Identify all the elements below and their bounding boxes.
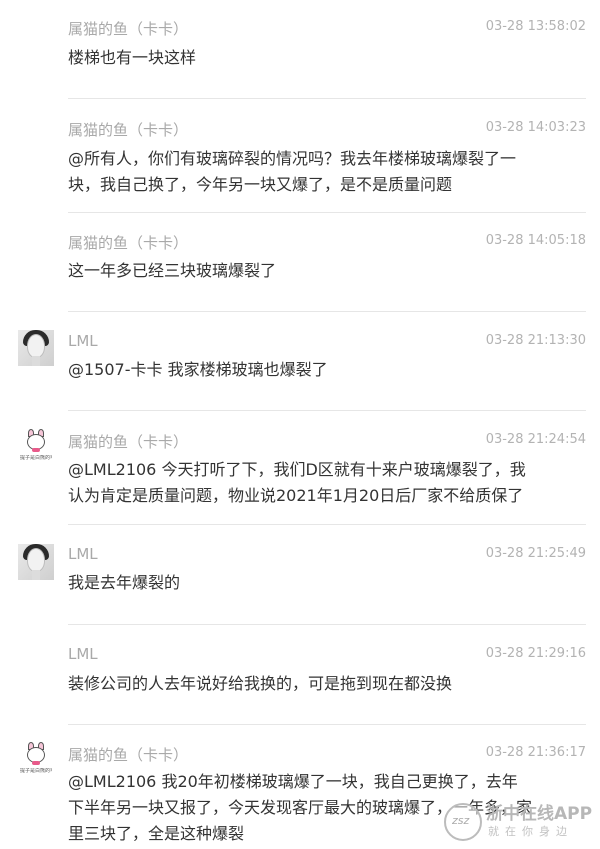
message-text: @1507-卡卡 我家楼梯玻璃也爆裂了 [68,357,568,383]
message-line: 块，我自己换了，今年另一块又爆了，是不是质量问题 [68,175,453,194]
avatar-bow [32,448,40,452]
message-line: @LML2106 我20年初楼梯玻璃爆了一块，我自己更换了，去年 [68,772,518,791]
sender-name[interactable]: 属猫的鱼（卡卡） [68,18,188,39]
sender-name[interactable]: 属猫的鱼（卡卡） [68,232,188,253]
message-text: 我是去年爆裂的 [68,570,568,596]
message-line: 认为肯定是质量问题，物业说2021年1月20日后厂家不给质保了 [68,486,524,505]
message-time: 03-28 13:58:02 [485,19,586,34]
message-line: 这一年多已经三块玻璃爆裂了 [68,261,277,280]
message-time: 03-28 21:25:49 [485,546,586,561]
message-line: @1507-卡卡 我家楼梯玻璃也爆裂了 [68,360,328,379]
avatar[interactable] [18,330,54,366]
sender-name[interactable]: 属猫的鱼（卡卡） [68,744,188,765]
watermark-subtitle: 就在你身边 [488,825,573,838]
message-text: @所有人，你们有玻璃碎裂的情况吗？我去年楼梯玻璃爆裂了一 块，我自己换了，今年另… [68,146,568,198]
divider [68,410,586,411]
divider [68,98,586,99]
sender-name[interactable]: LML [68,645,98,663]
sender-name[interactable]: 属猫的鱼（卡卡） [68,431,188,452]
message-line: 装修公司的人去年说好给我换的，可是拖到现在都没换 [68,674,453,693]
message-line: @所有人，你们有玻璃碎裂的情况吗？我去年楼梯玻璃爆裂了一 [68,149,517,168]
message-line: 我是去年爆裂的 [68,573,181,592]
divider [68,624,586,625]
divider [68,724,586,725]
sender-name[interactable]: LML [68,332,98,350]
avatar-bow [32,761,40,765]
avatar-neck [32,356,40,366]
message-time: 03-28 21:24:54 [485,432,586,447]
sender-name[interactable]: 属猫的鱼（卡卡） [68,119,188,140]
avatar-face [27,548,45,572]
avatar-face [27,334,45,358]
message-time: 03-28 14:03:23 [485,120,586,135]
logo-text: zsz [452,814,470,827]
avatar-caption: 提子是白熊的可能 [20,768,52,774]
divider [68,311,586,312]
sender-name[interactable]: LML [68,545,98,563]
message-line: 楼梯也有一块这样 [68,48,197,67]
message-line: @LML2106 今天打听了下，我们D区就有十来户玻璃爆裂了，我 [68,460,526,479]
message-time: 03-28 21:36:17 [485,745,586,760]
app-watermark: zsz 浙中在线APP 就在你身边 [444,797,600,847]
avatar[interactable]: 提子是白熊的可能 [18,428,54,464]
avatar-caption: 提子是白熊的可能 [20,455,52,461]
app-logo-icon: zsz [444,803,482,841]
message-time: 03-28 14:05:18 [485,233,586,248]
avatar[interactable]: 提子是白熊的可能 [18,741,54,777]
avatar[interactable] [18,544,54,580]
message-time: 03-28 21:13:30 [485,333,586,348]
divider [68,524,586,525]
message-text: @LML2106 今天打听了下，我们D区就有十来户玻璃爆裂了，我 认为肯定是质量… [68,457,568,509]
divider [68,212,586,213]
avatar-neck [32,570,40,580]
message-time: 03-28 21:29:16 [485,646,586,661]
message-text: 这一年多已经三块玻璃爆裂了 [68,258,568,284]
watermark-title: 浙中在线APP [486,804,593,824]
message-text: 楼梯也有一块这样 [68,45,568,71]
message-text: 装修公司的人去年说好给我换的，可是拖到现在都没换 [68,671,568,697]
